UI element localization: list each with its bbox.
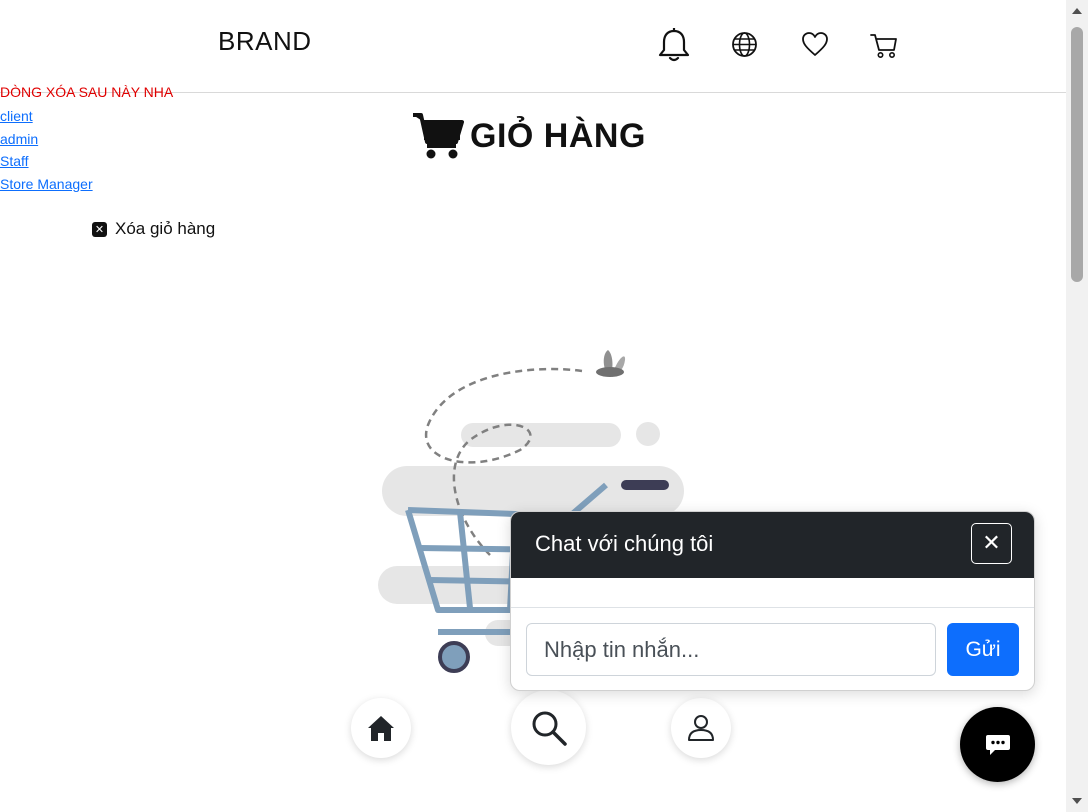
- link-admin[interactable]: admin: [0, 128, 93, 151]
- globe-icon[interactable]: [731, 31, 758, 58]
- close-square-icon: ✕: [92, 221, 107, 237]
- chat-title: Chat với chúng tôi: [535, 531, 714, 556]
- bell-icon[interactable]: [657, 27, 691, 63]
- close-icon: ✕: [982, 531, 1001, 556]
- user-button[interactable]: [671, 698, 731, 758]
- header: BRAND: [0, 0, 1066, 93]
- page-scrollbar[interactable]: [1066, 0, 1088, 812]
- chat-footer: Gửi: [511, 608, 1034, 690]
- search-button[interactable]: [511, 690, 586, 765]
- page-title-text: GIỎ HÀNG: [470, 116, 646, 155]
- chat-messages: [511, 578, 1034, 608]
- heart-icon[interactable]: [801, 31, 829, 57]
- dev-links: client admin Staff Store Manager: [0, 105, 93, 195]
- clear-cart-button[interactable]: ✕ Xóa giỏ hàng: [92, 219, 215, 239]
- dev-note: DÒNG XÓA SAU NÀY NHA: [0, 84, 174, 100]
- page: BRAND DÒNG XÓA SAU NÀY NHA client admin …: [0, 0, 1088, 812]
- home-icon: [368, 716, 394, 741]
- link-client[interactable]: client: [0, 105, 93, 128]
- chat-panel: Chat với chúng tôi ✕ Gửi: [510, 511, 1035, 691]
- search-icon: [532, 711, 567, 746]
- page-title: GIỎ HÀNG: [412, 112, 646, 160]
- link-staff[interactable]: Staff: [0, 150, 93, 173]
- chat-toggle-button[interactable]: [960, 707, 1035, 782]
- link-store-manager[interactable]: Store Manager: [0, 173, 93, 196]
- chat-close-button[interactable]: ✕: [971, 523, 1012, 564]
- chat-message-input[interactable]: [526, 623, 936, 676]
- chat-header: Chat với chúng tôi ✕: [511, 512, 1034, 578]
- scroll-thumb[interactable]: [1071, 27, 1083, 282]
- cart-title-icon: [413, 113, 464, 159]
- home-button[interactable]: [351, 698, 411, 758]
- user-icon: [688, 715, 714, 741]
- scroll-up-arrow[interactable]: [1072, 8, 1082, 14]
- scroll-down-arrow[interactable]: [1072, 798, 1082, 804]
- brand-logo[interactable]: BRAND: [218, 26, 312, 57]
- clear-cart-label: Xóa giỏ hàng: [115, 219, 216, 238]
- cart-icon[interactable]: [870, 33, 898, 59]
- chat-bubble-icon: [985, 734, 1010, 755]
- chat-send-button[interactable]: Gửi: [947, 623, 1019, 676]
